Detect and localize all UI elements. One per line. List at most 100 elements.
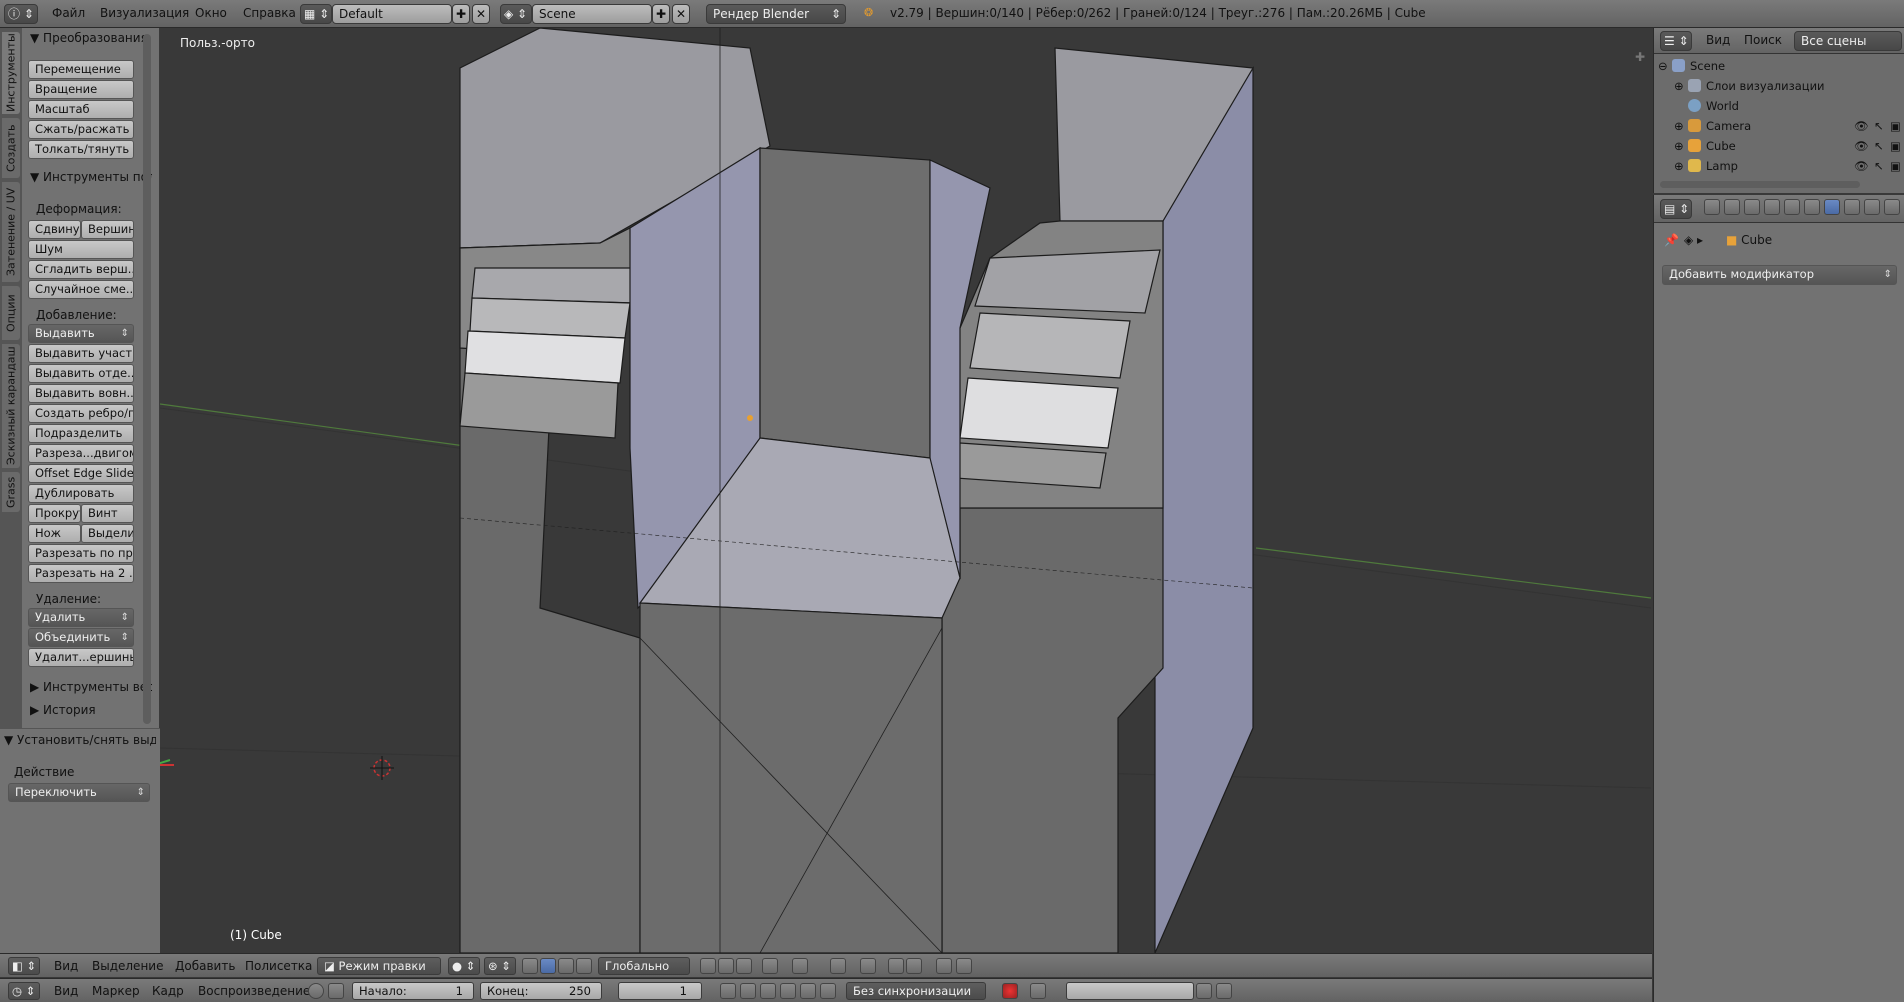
extrude-region-button[interactable]: Выдавить участ... <box>28 344 134 363</box>
layout-name-field[interactable]: Default <box>332 4 452 24</box>
spin-button[interactable]: Прокрут <box>28 504 81 523</box>
tab-create[interactable]: Создать <box>2 118 20 178</box>
occlude-geometry-icon[interactable] <box>762 958 778 974</box>
expand-icon[interactable]: ⊕ <box>1674 116 1684 136</box>
outliner-menu-view[interactable]: Вид <box>1706 33 1730 47</box>
tab-grease-pencil[interactable]: Эскизный карандаш <box>2 344 20 468</box>
world-tab-icon[interactable] <box>1764 199 1780 215</box>
copy-layer-icon[interactable] <box>936 958 952 974</box>
visibility-eye-icon[interactable]: 👁 <box>1854 156 1869 176</box>
modifiers-tab-icon[interactable] <box>1824 199 1840 215</box>
translate-manipulator-icon[interactable] <box>540 958 556 974</box>
texture-tab-icon[interactable] <box>1884 199 1900 215</box>
timeline-menu-marker[interactable]: Маркер <box>92 984 140 998</box>
duplicate-button[interactable]: Дублировать <box>28 484 134 503</box>
layout-browse-button[interactable]: ▦ ⇕ <box>300 4 332 24</box>
shading-dropdown[interactable]: ● ⇕ <box>448 957 480 975</box>
face-select-icon[interactable] <box>736 958 752 974</box>
knife-project-button[interactable]: Разрезать по пр... <box>28 544 134 563</box>
paste-layer-icon[interactable] <box>956 958 972 974</box>
menu-help[interactable]: Справка <box>243 6 296 20</box>
outliner-row-scene[interactable]: ⊖ Scene <box>1654 56 1904 76</box>
end-frame-field[interactable]: Конец: 250 <box>480 982 602 1000</box>
pin-icon[interactable]: 📌 <box>1664 233 1679 247</box>
outliner-row-world[interactable]: World <box>1654 96 1904 116</box>
offset-edge-slide-button[interactable]: Offset Edge Slide <box>28 464 134 483</box>
outliner-row-lamp[interactable]: ⊕ Lamp 👁 ↖ ▣ <box>1654 156 1904 176</box>
subdivide-button[interactable]: Подразделить <box>28 424 134 443</box>
visibility-eye-icon[interactable]: 👁 <box>1854 116 1869 136</box>
constraints-tab-icon[interactable] <box>1804 199 1820 215</box>
timeline-menu-view[interactable]: Вид <box>54 984 78 998</box>
outliner-editor-type-button[interactable]: ☰ ⇕ <box>1660 31 1692 51</box>
panel-mesh-tools-header[interactable]: ▼ Инструменты полисетки <box>30 170 152 184</box>
shrink-fatten-button[interactable]: Сжать/раcжать <box>28 120 134 139</box>
scale-button[interactable]: Масштаб <box>28 100 134 119</box>
render-preview-icon[interactable] <box>888 958 904 974</box>
jump-end-icon[interactable] <box>820 983 836 999</box>
3d-viewport[interactable]: Польз.-орто (1) Cube ✚ <box>160 28 1651 953</box>
collapse-icon[interactable]: ⊖ <box>1658 56 1668 76</box>
expand-icon[interactable]: ⊕ <box>1674 156 1684 176</box>
snap-element-icon[interactable] <box>860 958 876 974</box>
record-icon[interactable] <box>1002 983 1018 999</box>
render-camera-icon[interactable]: ▣ <box>1890 156 1901 176</box>
scene-tab-icon[interactable] <box>1744 199 1760 215</box>
play-reverse-icon[interactable] <box>760 983 776 999</box>
outliner-scrollbar[interactable] <box>1660 181 1860 188</box>
visibility-eye-icon[interactable]: 👁 <box>1854 136 1869 156</box>
data-tab-icon[interactable] <box>1844 199 1860 215</box>
render-camera-icon[interactable]: ▣ <box>1890 116 1901 136</box>
jump-start-icon[interactable] <box>720 983 736 999</box>
panel-transform-header[interactable]: ▼ Преобразования <box>30 31 152 45</box>
extrude-individual-button[interactable]: Выдавить отде... <box>28 364 134 383</box>
play-icon[interactable] <box>780 983 796 999</box>
menu-select[interactable]: Выделение <box>92 959 163 973</box>
layout-close-button[interactable]: ✕ <box>472 4 490 24</box>
layout-add-button[interactable]: ✚ <box>452 4 470 24</box>
3d-cursor[interactable] <box>370 756 394 780</box>
noise-button[interactable]: Шум <box>28 240 134 259</box>
current-frame-field[interactable]: 1 <box>618 982 702 1000</box>
extrude-dropdown[interactable]: Выдавить <box>28 324 134 343</box>
menu-mesh[interactable]: Полисетка <box>245 959 312 973</box>
outliner-row-camera[interactable]: ⊕ Camera 👁 ↖ ▣ <box>1654 116 1904 136</box>
expand-icon[interactable]: ⊕ <box>1674 76 1684 96</box>
menu-window[interactable]: Окно <box>195 6 227 20</box>
object-tab-icon[interactable] <box>1784 199 1800 215</box>
jump-prev-key-icon[interactable] <box>740 983 756 999</box>
render-tab-icon[interactable] <box>1704 199 1720 215</box>
smooth-vertex-button[interactable]: Сгладить верш... <box>28 260 134 279</box>
insert-keyframe-icon[interactable] <box>1196 983 1212 999</box>
pivot-dropdown[interactable]: ⊛ ⇕ <box>484 957 516 975</box>
editor-type-button[interactable]: ⓘ ⇕ <box>4 4 38 24</box>
screw-button[interactable]: Винт <box>81 504 134 523</box>
select-arrow-icon[interactable]: ↖ <box>1874 156 1884 176</box>
select-arrow-icon[interactable]: ↖ <box>1874 136 1884 156</box>
timeline-editor-type-button[interactable]: ◷ ⇕ <box>8 982 40 1000</box>
tab-shading-uv[interactable]: Затенение / UV <box>2 182 20 282</box>
vertex-select-icon[interactable] <box>700 958 716 974</box>
translate-button[interactable]: Перемещение <box>28 60 134 79</box>
proportional-edit-icon[interactable] <box>792 958 808 974</box>
scene-name-field[interactable]: Scene <box>532 4 652 24</box>
operator-header[interactable]: ▼ Установить/снять выделение <box>4 733 156 747</box>
menu-render[interactable]: Визуализация <box>100 6 189 20</box>
loop-cut-slide-button[interactable]: Разреза...двигом <box>28 444 134 463</box>
delete-keyframe-icon[interactable] <box>1216 983 1232 999</box>
expand-icon[interactable]: ⊕ <box>1674 136 1684 156</box>
lock-icon[interactable] <box>328 983 344 999</box>
outliner-menu-search[interactable]: Поиск <box>1744 33 1782 47</box>
render-layers-tab-icon[interactable] <box>1724 199 1740 215</box>
slide-vertex-button[interactable]: Вершин <box>81 220 134 239</box>
view3d-editor-type-button[interactable]: ◧ ⇕ <box>8 957 40 975</box>
jump-next-key-icon[interactable] <box>800 983 816 999</box>
menu-view[interactable]: Вид <box>54 959 78 973</box>
render-engine-dropdown[interactable]: Рендер Blender ⇕ <box>706 4 846 24</box>
menu-file[interactable]: Файл <box>52 6 85 20</box>
push-pull-button[interactable]: Толкать/тянуть <box>28 140 134 159</box>
scene-close-button[interactable]: ✕ <box>672 4 690 24</box>
select-arrow-icon[interactable]: ↖ <box>1874 116 1884 136</box>
outliner-filter-dropdown[interactable]: Все сцены <box>1794 31 1902 51</box>
scale-manipulator-icon[interactable] <box>576 958 592 974</box>
